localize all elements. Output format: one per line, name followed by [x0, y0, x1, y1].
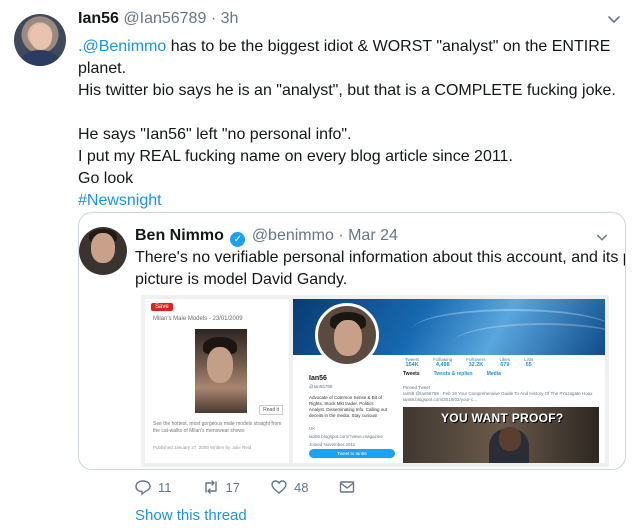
envelope-icon — [340, 481, 355, 493]
tweet-line-rest: has to be the biggest idiot & WORST "ana… — [166, 38, 611, 55]
author-handle[interactable]: @Ian56789 — [123, 10, 206, 27]
stat-likes: Likes 679 — [499, 357, 511, 368]
show-thread-link[interactable]: Show this thread — [135, 507, 247, 524]
hashtag-link[interactable]: #Newsnight — [78, 190, 626, 212]
quoted-tweet-text: There's no verifiable personal informati… — [135, 247, 626, 291]
profile-tabs: Tweets Tweets & replies Media — [403, 371, 501, 377]
tweet-line: He says "Ian56" left "no personal info". — [78, 126, 352, 143]
quoted-tweet-line: There's no verifiable personal informati… — [135, 249, 626, 266]
author-name[interactable]: Ian56 — [78, 10, 119, 27]
stat-following: Following 4,498 — [433, 357, 453, 368]
chevron-down-icon[interactable] — [595, 231, 609, 245]
retweet-count: 17 — [225, 479, 240, 495]
avatar-face — [91, 233, 115, 263]
meme-caption: YOU WANT PROOF? — [441, 411, 564, 425]
retweet-button[interactable]: 17 — [202, 478, 240, 496]
verified-icon: ✓ — [230, 232, 246, 247]
profile-joined: Joined November 2011 — [309, 442, 356, 447]
quoted-author-handle[interactable]: @benimmo — [252, 227, 334, 244]
read-it-button: Read it — [259, 405, 283, 415]
heart-icon — [271, 480, 287, 494]
profile-info: UK ian56.blogspot.com/?view=magazine Joi… — [309, 425, 383, 449]
stat-tweets: Tweets 154K — [405, 357, 420, 368]
quoted-author-avatar[interactable] — [79, 227, 127, 275]
stat-lists: Lists 55 — [524, 357, 534, 368]
pinned-text: Ian56 @Ian56789 · Feb 19 Your Comprehens… — [403, 391, 593, 402]
retweet-icon — [204, 480, 217, 494]
quoted-tweet-time[interactable]: Mar 24 — [348, 227, 398, 244]
reply-button[interactable]: 11 — [134, 478, 172, 496]
quoted-tweet-header: Ben Nimmo ✓ @benimmo · Mar 24 — [135, 227, 398, 247]
quoted-tweet-line: picture is model David Gandy. — [135, 271, 348, 288]
quoted-tweet[interactable]: Ben Nimmo ✓ @benimmo · Mar 24 There's no… — [78, 212, 626, 470]
pinned-tweet: Pinned Tweet Ian56 @Ian56789 · Feb 19 Yo… — [403, 385, 599, 403]
tweet-actions: 11 17 48 — [134, 478, 386, 496]
tweet-line: .@Benimmo has to be the biggest idiot & … — [78, 36, 626, 58]
tweet-to-button: Tweet to Ian56 — [309, 449, 395, 458]
quoted-author-name[interactable]: Ben Nimmo — [135, 227, 224, 244]
profile-website: ian56.blogspot.com/?view=magazine — [309, 434, 383, 439]
message-button[interactable] — [338, 478, 356, 496]
card-description: See the hottest, most gorgeous male mode… — [153, 421, 282, 434]
separator-dot: · — [338, 227, 344, 244]
tweet-line: I put my REAL fucking name on every blog… — [78, 148, 513, 165]
mention-link[interactable]: .@Benimmo — [78, 38, 166, 55]
reply-icon — [135, 480, 151, 496]
tab-media: Media — [486, 371, 501, 377]
profile-stats: Tweets 154K Following 4,498 Followers 32.2K… — [405, 357, 533, 368]
avatar-shirt — [22, 50, 58, 66]
tweet-line: Go look — [78, 170, 134, 187]
pinterest-card: Save Milan's Male Models - 23/01/2009 Re… — [145, 299, 289, 463]
tweet-line: His twitter bio says he is an "analyst",… — [78, 82, 616, 99]
save-badge: Save — [151, 303, 173, 311]
tweet-header: Ian56 @Ian56789 · 3h — [78, 10, 238, 28]
profile-photo — [315, 303, 379, 367]
tweet-line: planet. — [78, 60, 127, 77]
tab-tweets: Tweets — [403, 371, 420, 377]
meme-figure-face — [499, 427, 521, 451]
like-button[interactable]: 48 — [270, 478, 308, 496]
profile-handle: @Ian56789 — [309, 384, 333, 389]
author-avatar[interactable] — [14, 14, 66, 66]
quoted-tweet-image[interactable]: Save Milan's Male Models - 23/01/2009 Re… — [141, 295, 609, 467]
chevron-down-icon[interactable] — [606, 12, 622, 28]
meme-image: YOU WANT PROOF? — [403, 407, 599, 463]
stat-followers: Followers 32.2K — [466, 357, 486, 368]
twitter-profile-screenshot: Tweets 154K Following 4,498 Followers 32.2K… — [293, 299, 605, 463]
separator-dot: · — [210, 10, 217, 27]
reply-count: 11 — [158, 479, 172, 495]
photo-face — [207, 347, 233, 383]
photo-face — [334, 320, 362, 356]
profile-name: Ian56 — [309, 375, 327, 382]
tweet-text: .@Benimmo has to be the biggest idiot & … — [78, 36, 626, 212]
model-photo — [195, 329, 247, 413]
tweet-time[interactable]: 3h — [221, 10, 239, 27]
tab-replies: Tweets & replies — [433, 371, 473, 377]
like-count: 48 — [293, 479, 309, 495]
profile-bio: Advocate of Common Sense & Bit of Rights… — [309, 395, 388, 418]
card-title: Milan's Male Models - 23/01/2009 — [153, 316, 243, 322]
avatar-face — [30, 24, 52, 50]
tweet: Ian56 @Ian56789 · 3h .@Benimmo has to be… — [0, 0, 640, 528]
card-meta: Published January 27, 2009 Written by Ju… — [153, 445, 252, 450]
profile-location: UK — [309, 426, 316, 431]
